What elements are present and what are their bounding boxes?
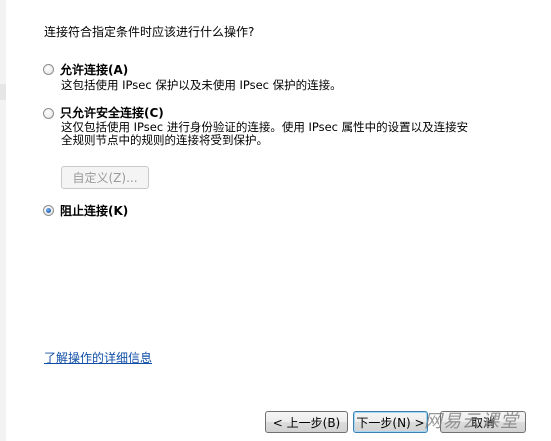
learn-more-link[interactable]: 了解操作的详细信息 — [44, 349, 152, 366]
customize-button[interactable]: 自定义(Z)... — [61, 166, 149, 189]
watermark: 网易云课堂 — [424, 411, 519, 432]
new-rule-wizard-action-page: 连接符合指定条件时应该进行什么操作? 允许连接(A) 这包括使用 IPsec 保… — [0, 0, 551, 441]
allow-secure-connection-radio[interactable] — [43, 108, 54, 119]
allow-secure-description-line-2: 全规则节点中的规则的连接将受到保护。 — [61, 133, 268, 147]
block-connection-radio[interactable] — [43, 205, 54, 216]
left-navigation-strip — [0, 0, 6, 441]
navigation-step-highlight — [0, 84, 6, 100]
allow-secure-connection-label[interactable]: 只允许安全连接(C) — [60, 104, 164, 121]
allow-connection-description: 这包括使用 IPsec 保护以及未使用 IPsec 保护的连接。 — [61, 78, 342, 92]
back-button[interactable]: < 上一步(B) — [265, 411, 348, 433]
next-button[interactable]: 下一步(N) > — [353, 411, 428, 433]
allow-connection-radio[interactable] — [43, 64, 54, 75]
allow-connection-label[interactable]: 允许连接(A) — [60, 61, 128, 78]
action-question: 连接符合指定条件时应该进行什么操作? — [44, 25, 255, 39]
block-connection-label[interactable]: 阻止连接(K) — [60, 202, 128, 219]
